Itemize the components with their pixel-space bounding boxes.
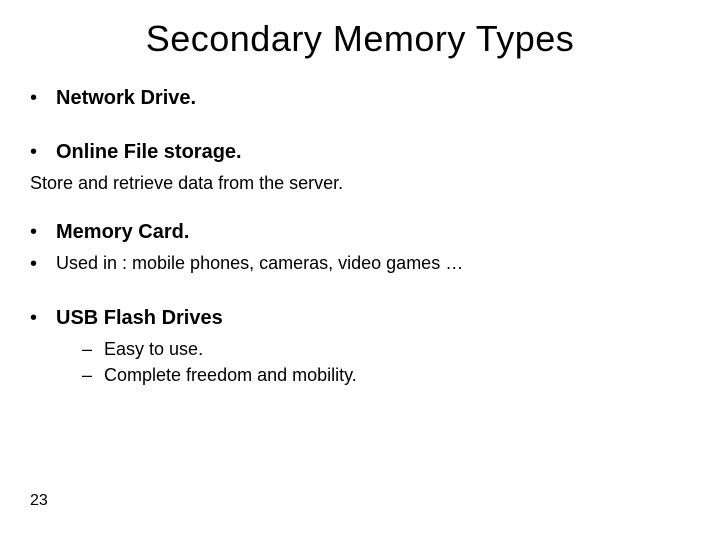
dash-icon: – xyxy=(82,338,92,360)
bullet-label: USB Flash Drives xyxy=(56,306,223,330)
online-storage-desc: Store and retrieve data from the server. xyxy=(30,172,690,194)
page-title: Secondary Memory Types xyxy=(0,0,720,86)
sub-bullet-label: Complete freedom and mobility. xyxy=(104,364,357,386)
sub-bullet-freedom: – Complete freedom and mobility. xyxy=(82,364,690,386)
bullet-label: Network Drive. xyxy=(56,86,196,110)
usb-sublist: – Easy to use. – Complete freedom and mo… xyxy=(30,338,690,386)
page-number: 23 xyxy=(30,492,48,510)
bullet-memory-card: • Memory Card. xyxy=(30,220,690,244)
bullet-network-drive: • Network Drive. xyxy=(30,86,690,110)
bullet-dot-icon: • xyxy=(30,220,40,244)
bullet-dot-icon: • xyxy=(30,252,40,276)
dash-icon: – xyxy=(82,364,92,386)
bullet-usb-flash: • USB Flash Drives xyxy=(30,306,690,330)
bullet-dot-icon: • xyxy=(30,140,40,164)
content-area: • Network Drive. • Online File storage. … xyxy=(0,86,720,386)
sub-bullet-easy: – Easy to use. xyxy=(82,338,690,360)
bullet-memory-card-desc: • Used in : mobile phones, cameras, vide… xyxy=(30,252,690,276)
bullet-dot-icon: • xyxy=(30,306,40,330)
bullet-online-storage: • Online File storage. xyxy=(30,140,690,164)
bullet-label: Memory Card. xyxy=(56,220,189,244)
bullet-label: Used in : mobile phones, cameras, video … xyxy=(56,252,463,274)
bullet-label: Online File storage. xyxy=(56,140,242,164)
bullet-dot-icon: • xyxy=(30,86,40,110)
sub-bullet-label: Easy to use. xyxy=(104,338,203,360)
